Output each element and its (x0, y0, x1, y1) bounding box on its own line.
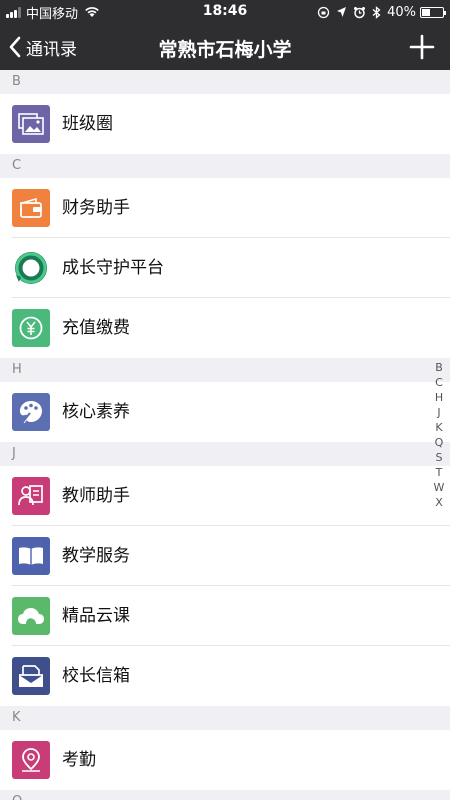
wallet-icon (12, 189, 50, 227)
list-item-attendance[interactable]: 考勤 (0, 730, 450, 790)
section-header-h: H (0, 358, 450, 382)
list-item-label: 教学服务 (62, 546, 130, 566)
index-letter-k[interactable]: K (430, 420, 448, 435)
index-letter-h[interactable]: H (430, 390, 448, 405)
list-item-label: 考勤 (62, 750, 96, 770)
index-letter-t[interactable]: T (430, 465, 448, 480)
list-item-label: 充值缴费 (62, 318, 130, 338)
add-icon[interactable] (408, 33, 436, 61)
section-header-b: B (0, 70, 450, 94)
list-item-label: 校长信箱 (62, 666, 130, 686)
list-item-class-circle[interactable]: 班级圈 (0, 94, 450, 154)
mailbox-icon (12, 657, 50, 695)
status-right: 40% (311, 3, 446, 21)
list-item-label: 成长守护平台 (62, 258, 164, 278)
alarm-icon (354, 6, 366, 18)
book-icon (12, 537, 50, 575)
index-letter-c[interactable]: C (430, 375, 448, 390)
section-header-k: K (0, 706, 450, 730)
index-letter-b[interactable]: B (430, 360, 448, 375)
battery-icon (420, 6, 446, 18)
palette-icon (12, 393, 50, 431)
yuan-icon (12, 309, 50, 347)
list-item-growth-guard[interactable]: 成长守护平台 (0, 238, 450, 298)
index-letter-x[interactable]: X (430, 495, 448, 510)
cloud-icon (12, 597, 50, 635)
section-header-j: J (0, 442, 450, 466)
location-arrow-icon (337, 7, 347, 17)
bluetooth-icon (372, 5, 381, 19)
status-bar: 中国移动 18:46 40% (0, 0, 450, 24)
list-item-finance-assistant[interactable]: 财务助手 (0, 178, 450, 238)
list-item-principal-mailbox[interactable]: 校长信箱 (0, 646, 450, 706)
location-pin-icon (12, 741, 50, 779)
list-item-teaching-service[interactable]: 教学服务 (0, 526, 450, 586)
class-circle-icon (12, 105, 50, 143)
battery-percent: 40% (387, 4, 416, 20)
index-letter-s[interactable]: S (430, 450, 448, 465)
section-header-c: C (0, 154, 450, 178)
index-letter-j[interactable]: J (430, 405, 448, 420)
list-item-label: 核心素养 (62, 402, 130, 422)
list-item-core-literacy[interactable]: 核心素养 (0, 382, 450, 442)
list-item-label: 精品云课 (62, 606, 130, 626)
list-item-label: 班级圈 (62, 114, 113, 134)
alphabet-index-bar[interactable]: B C H J K Q S T W X (430, 360, 448, 510)
list-item-label: 财务助手 (62, 198, 130, 218)
nav-bar: 通讯录 常熟市石梅小学 (0, 24, 450, 70)
list-item-cloud-course[interactable]: 精品云课 (0, 586, 450, 646)
teacher-icon (12, 477, 50, 515)
list-item-teacher-assistant[interactable]: 教师助手 (0, 466, 450, 526)
orientation-lock-icon (317, 6, 330, 18)
contact-list[interactable]: B 班级圈 C 财务助手 成长守护平台 充值缴费 H 核心素养 J 教师助手 教… (0, 70, 450, 800)
index-letter-q[interactable]: Q (430, 435, 448, 450)
list-item-recharge-pay[interactable]: 充值缴费 (0, 298, 450, 358)
section-header-q: Q (0, 790, 450, 800)
list-item-label: 教师助手 (62, 486, 130, 506)
page-title: 常熟市石梅小学 (158, 39, 292, 61)
index-letter-w[interactable]: W (430, 480, 448, 495)
growth-guard-icon (12, 249, 50, 287)
